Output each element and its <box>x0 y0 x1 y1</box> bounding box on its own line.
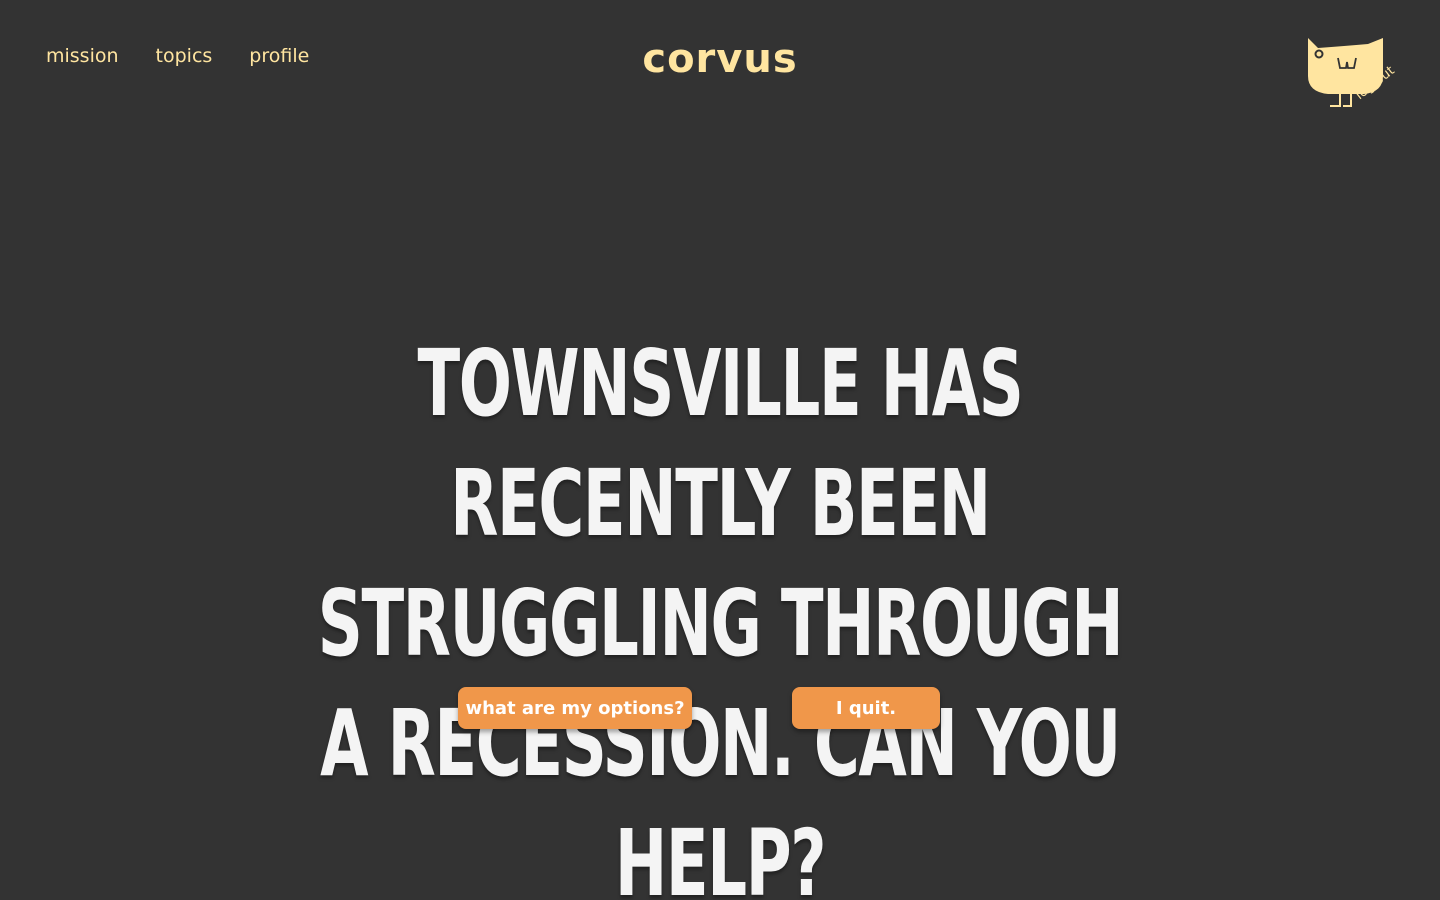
page: mission topics profile corvus log out To… <box>0 0 1440 900</box>
account-menu: log out <box>1300 36 1420 126</box>
brand-logo[interactable]: corvus <box>0 34 1440 84</box>
quit-button[interactable]: I quit. <box>792 687 940 729</box>
page-headline: Townsville has recently been struggling … <box>317 329 1124 900</box>
options-button[interactable]: what are my options? <box>458 687 692 729</box>
